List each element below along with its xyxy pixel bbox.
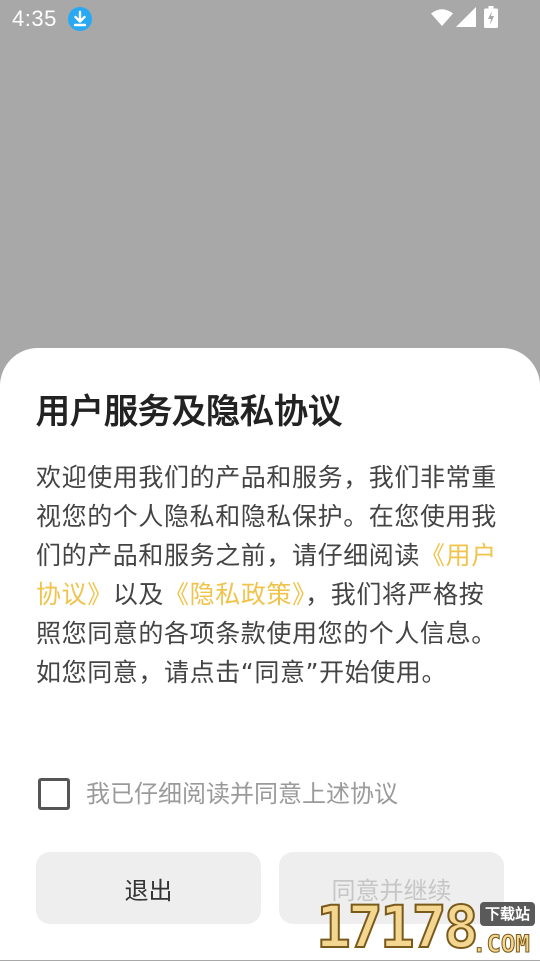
- status-bar: 4:35: [0, 0, 540, 38]
- exit-button-label: 退出: [124, 876, 173, 905]
- consent-row[interactable]: 我已仔细阅读并同意上述协议: [38, 776, 398, 812]
- consent-checkbox[interactable]: [38, 778, 70, 810]
- wifi-icon: [431, 9, 453, 26]
- download-icon: [68, 7, 92, 31]
- signal-icon: [456, 7, 476, 27]
- watermark-logo-suffix: .COM: [472, 930, 531, 959]
- status-time: 4:35: [12, 6, 57, 31]
- exit-button[interactable]: 退出: [36, 852, 261, 924]
- battery-charging-icon: [484, 6, 498, 28]
- dialog-body: 欢迎使用我们的产品和服务，我们非常重视您的个人隐私和隐私保护。在您使用我们的产品…: [36, 458, 502, 692]
- site-watermark: 17178 .COM 下载站: [312, 893, 540, 961]
- watermark-logo-number: 17178: [315, 893, 480, 961]
- privacy-policy-link[interactable]: 《隐私政策》: [164, 580, 305, 609]
- consent-label[interactable]: 我已仔细阅读并同意上述协议: [86, 776, 398, 812]
- privacy-dialog: 用户服务及隐私协议 欢迎使用我们的产品和服务，我们非常重视您的个人隐私和隐私保护…: [0, 348, 540, 960]
- dialog-title: 用户服务及隐私协议: [36, 392, 342, 432]
- body-and: 以及: [112, 580, 165, 609]
- watermark-tag: 下载站: [480, 902, 536, 926]
